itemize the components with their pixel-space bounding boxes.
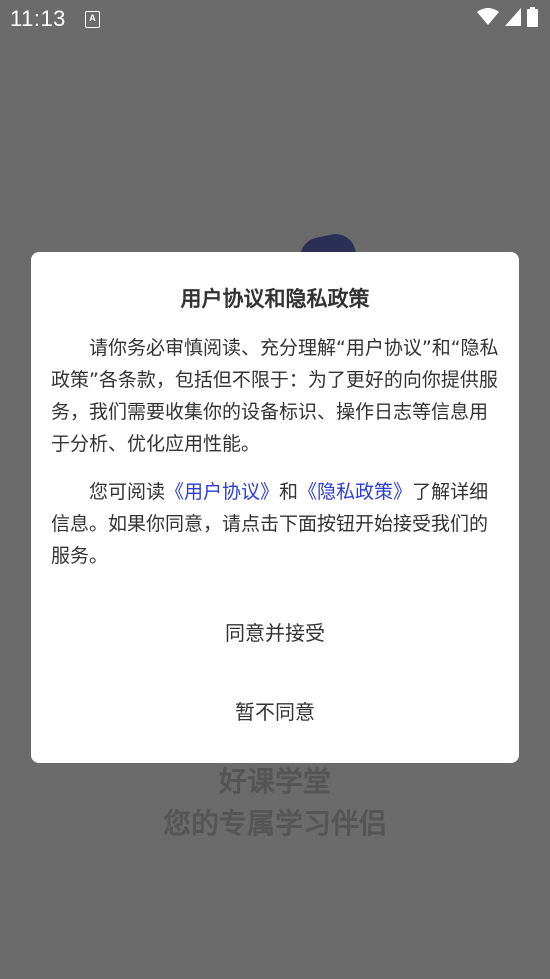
dialog-paragraph-2: 您可阅读《用户协议》和《隐私政策》了解详细信息。如果你同意，请点击下面按钮开始接… [51, 476, 499, 572]
wifi-icon [477, 8, 499, 25]
cell-signal-icon [505, 8, 521, 26]
status-time: 11:13 [10, 6, 66, 31]
agree-button[interactable]: 同意并接受 [31, 618, 519, 648]
splash-slogan: 您的专属学习伴侣 [162, 807, 387, 840]
dialog-body: 请你务必审慎阅读、充分理解“用户协议”和“隐私政策”各条款，包括但不限于：为了更… [51, 332, 499, 572]
splash-app-name: 好课学堂 [218, 765, 331, 798]
user-agreement-link[interactable]: 《用户协议》 [165, 481, 279, 503]
app-screen: 11:13 A 好课学堂 您的专属学习伴侣 用户协议和隐私政策 请你务必审慎阅读… [0, 0, 550, 979]
font-a-icon: A [85, 11, 100, 28]
status-bar: 11:13 A [0, 0, 550, 38]
disagree-button[interactable]: 暂不同意 [31, 697, 519, 727]
status-icons [477, 7, 538, 27]
paragraph-2-prefix: 您可阅读 [89, 481, 166, 503]
dialog-paragraph-1: 请你务必审慎阅读、充分理解“用户协议”和“隐私政策”各条款，包括但不限于：为了更… [51, 337, 499, 455]
privacy-policy-link[interactable]: 《隐私政策》 [298, 481, 412, 503]
privacy-dialog: 用户协议和隐私政策 请你务必审慎阅读、充分理解“用户协议”和“隐私政策”各条款，… [31, 252, 519, 763]
paragraph-2-and: 和 [279, 481, 299, 503]
battery-icon [527, 7, 538, 27]
dialog-title: 用户协议和隐私政策 [180, 287, 370, 311]
